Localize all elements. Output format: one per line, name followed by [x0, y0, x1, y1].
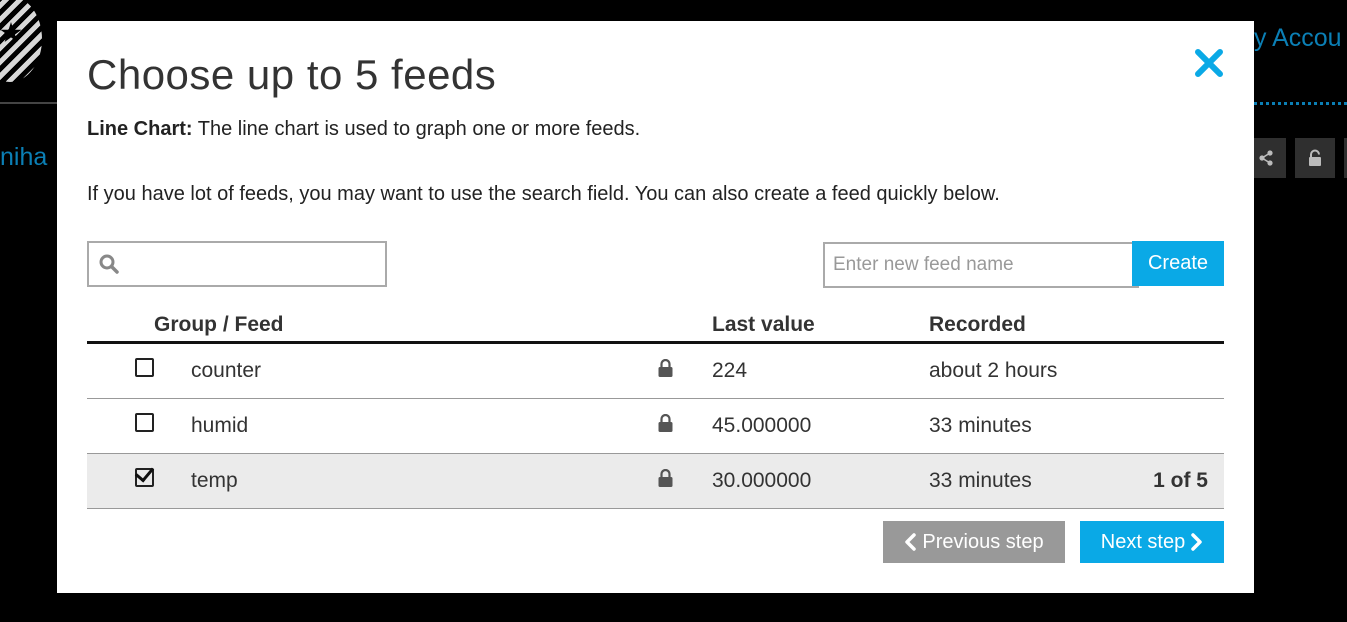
- col-header-last-value: Last value: [712, 301, 929, 344]
- search-input[interactable]: [125, 244, 385, 284]
- previous-step-button[interactable]: Previous step: [883, 521, 1065, 563]
- site-logo[interactable]: [0, 0, 42, 82]
- table-row[interactable]: temp 30.000000 33 minutes 1 of 5: [87, 453, 1224, 509]
- table-row[interactable]: counter 224 about 2 hours: [87, 342, 1224, 399]
- feed-checkbox[interactable]: [135, 412, 154, 432]
- selection-count: 1 of 5: [1129, 453, 1224, 509]
- feed-name[interactable]: humid: [154, 398, 612, 454]
- close-icon[interactable]: [1194, 48, 1224, 78]
- privacy-button[interactable]: [1295, 138, 1335, 178]
- feed-last-value: 224: [712, 342, 929, 399]
- chevron-right-icon: [1191, 533, 1202, 551]
- new-feed-name-input[interactable]: [823, 242, 1139, 288]
- lock-icon: [658, 414, 673, 432]
- header-divider: [0, 102, 60, 104]
- search-hint: If you have lot of feeds, you may want t…: [87, 183, 1000, 205]
- feed-last-value: 45.000000: [712, 398, 929, 454]
- feed-last-value: 30.000000: [712, 453, 929, 509]
- table-header-row: Group / Feed Last value Recorded: [87, 301, 1224, 344]
- table-row[interactable]: humid 45.000000 33 minutes: [87, 398, 1224, 454]
- chevron-left-icon: [905, 533, 917, 551]
- chart-description: Line Chart: The line chart is used to gr…: [87, 118, 640, 141]
- feed-name[interactable]: counter: [154, 342, 612, 399]
- next-step-label: Next step: [1100, 530, 1186, 553]
- search-icon: [99, 254, 119, 274]
- chart-type-label: Line Chart:: [87, 118, 193, 140]
- feed-checkbox[interactable]: [135, 357, 154, 377]
- previous-step-label: Previous step: [922, 530, 1044, 553]
- chart-description-text: The line chart is used to graph one or m…: [192, 118, 641, 140]
- my-account-link[interactable]: y Accou: [1254, 24, 1347, 53]
- feed-recorded: 33 minutes: [929, 453, 1129, 509]
- feeds-table: Group / Feed Last value Recorded counter…: [87, 301, 1224, 509]
- feed-name[interactable]: temp: [154, 453, 612, 509]
- lock-icon: [658, 359, 673, 377]
- col-header-feed: Group / Feed: [154, 301, 612, 344]
- unlock-icon: [1309, 149, 1321, 166]
- col-header-recorded: Recorded: [929, 301, 1129, 344]
- feed-checkbox-checked[interactable]: [135, 467, 154, 487]
- choose-feeds-modal: Choose up to 5 feeds Line Chart: The lin…: [57, 21, 1254, 593]
- dashboard-title-partial: niha: [0, 143, 48, 171]
- feed-recorded: about 2 hours: [929, 342, 1129, 399]
- account-underline: [1254, 102, 1347, 105]
- feed-recorded: 33 minutes: [929, 398, 1129, 454]
- lock-icon: [658, 469, 673, 487]
- create-feed-button[interactable]: Create: [1132, 241, 1224, 286]
- feed-search[interactable]: [87, 241, 387, 287]
- next-step-button[interactable]: Next step: [1080, 521, 1224, 563]
- share-icon: [1259, 150, 1273, 166]
- modal-title: Choose up to 5 feeds: [87, 51, 497, 98]
